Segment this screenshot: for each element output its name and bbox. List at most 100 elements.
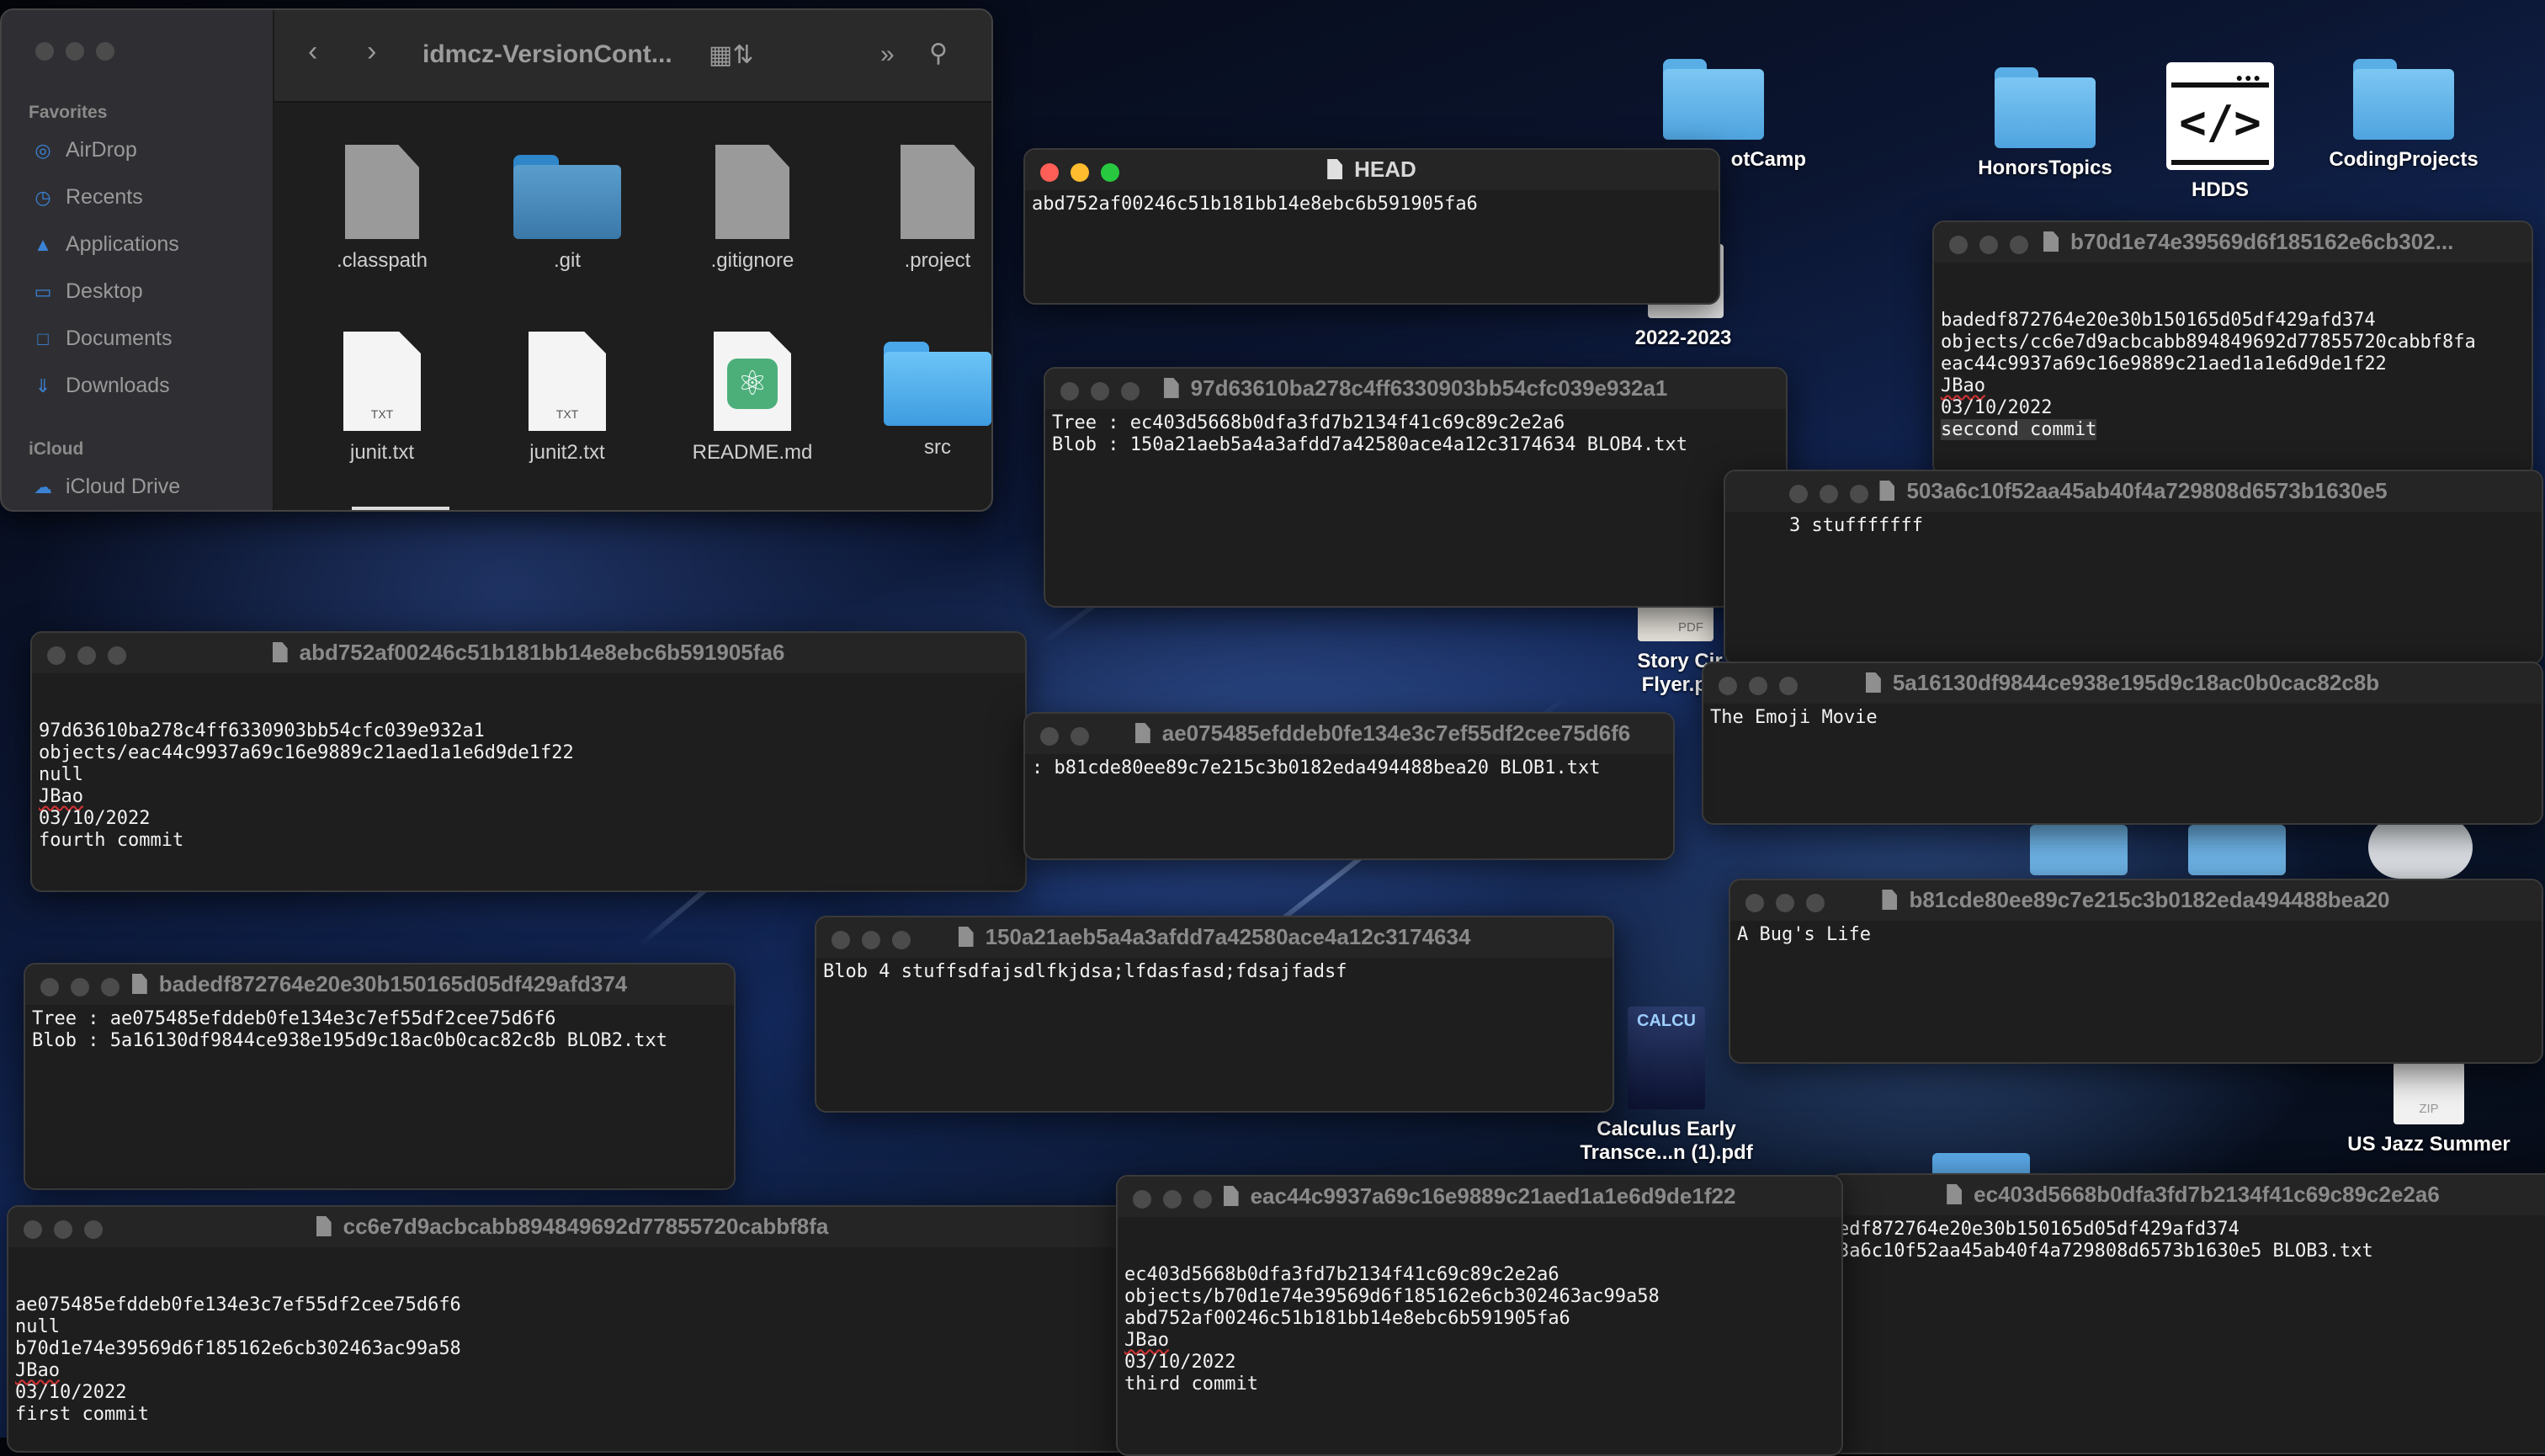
file-classpath[interactable]: .classpath xyxy=(298,145,466,273)
file-label: .gitignore xyxy=(710,249,794,272)
zoom-button[interactable] xyxy=(2010,236,2028,254)
window-150a21ae[interactable]: 150a21aeb5a4a3afdd7a42580ace4a12c3174634… xyxy=(815,916,1614,1113)
window-cc6e7d9a[interactable]: cc6e7d9acbcabb894849692d77855720cabbf8fa… xyxy=(7,1205,1138,1453)
sidebar-item-airdrop[interactable]: ◎ AirDrop xyxy=(32,138,136,162)
window-abd752af[interactable]: abd752af00246c51b181bb14e8ebc6b591905fa6… xyxy=(30,631,1027,892)
desktop-folder-honorstopics[interactable]: HonorsTopics xyxy=(1944,67,2146,180)
window-title: 150a21aeb5a4a3afdd7a42580ace4a12c3174634 xyxy=(816,924,1613,950)
file-label: junit.txt xyxy=(349,441,415,464)
zoom-button[interactable] xyxy=(96,42,114,61)
disk-icon[interactable] xyxy=(2368,816,2473,879)
window-5a16130d[interactable]: 5a16130df9844ce938e195d9c18ac0b0cac82c8b… xyxy=(1702,662,2543,825)
file-project[interactable]: .project xyxy=(853,145,991,273)
file-label: .git xyxy=(553,249,581,272)
window-content[interactable]: Tree : ec403d5668b0dfa3fd7b2134f41c69c89… xyxy=(1045,409,1786,460)
clock-icon: ◷ xyxy=(35,186,51,208)
window-title: abd752af00246c51b181bb14e8ebc6b591905fa6 xyxy=(32,640,1025,666)
folder-git[interactable]: .git xyxy=(483,155,651,273)
sidebar-item-documents[interactable]: □ Documents xyxy=(32,327,172,351)
desktop-icon-label: Calculus Early xyxy=(1597,1118,1736,1140)
text-file-icon: TXT xyxy=(343,332,421,431)
desktop-icon-label: US Jazz Summer xyxy=(2347,1133,2510,1156)
folder-icon xyxy=(1663,59,1764,140)
folder-src[interactable]: src xyxy=(853,342,991,460)
window-badedf87[interactable]: badedf872764e20e30b150165d05df429afd374 … xyxy=(24,963,736,1190)
window-content[interactable]: Blob 4 stuffsdfajsdlfkjdsa;lfdasfasd;fds… xyxy=(816,958,1613,986)
more-toolbar-icon[interactable]: » xyxy=(880,40,895,69)
window-title: b81cde80ee89c7e215c3b0182eda494488bea20 xyxy=(1730,887,2542,913)
desktop-icon-label: Transce...n (1).pdf xyxy=(1580,1141,1753,1164)
window-content[interactable]: edf872764e20e30b150165d05df429afd374 3a6c… xyxy=(1831,1215,2545,1266)
sidebar-item-downloads[interactable]: ⇓ Downloads xyxy=(32,374,170,398)
window-content[interactable]: 3 stufffffff xyxy=(1725,512,2542,540)
close-button[interactable] xyxy=(35,42,54,61)
window-content[interactable]: : b81cde80ee89c7e215c3b0182eda494488bea2… xyxy=(1025,754,1673,783)
sidebar-item-applications[interactable]: ▲ Applications xyxy=(32,232,179,257)
close-button[interactable] xyxy=(1949,236,1968,254)
folder-icon xyxy=(1995,67,2096,148)
window-503a6c10[interactable]: 503a6c10f52aa45ab40f4a729808d6573b1630e5… xyxy=(1724,470,2543,665)
document-icon xyxy=(1882,890,1898,910)
desktop-icon: ▭ xyxy=(34,280,52,302)
window-content[interactable]: Tree : ae075485efddeb0fe134e3c7ef55df2ce… xyxy=(25,1005,734,1055)
document-icon: □ xyxy=(37,327,49,349)
window-content[interactable]: 97d63610ba278c4ff6330903bb54cfc039e932a1… xyxy=(32,673,1025,890)
folder-icon[interactable] xyxy=(2188,825,2286,875)
code-app-icon: ●●● </> xyxy=(2166,62,2274,170)
sidebar-item-icloud-drive[interactable]: ☁ iCloud Drive xyxy=(32,475,180,499)
document-icon xyxy=(1134,723,1150,743)
file-label: .classpath xyxy=(336,249,428,272)
desktop-file-us-jazz-summer[interactable]: ZIP US Jazz Summer xyxy=(2328,1062,2530,1156)
window-content[interactable]: abd752af00246c51b181bb14e8ebc6b591905fa6 xyxy=(1025,190,1719,219)
window-b70d1e74[interactable]: b70d1e74e39569d6f185162e6cb302... badedf… xyxy=(1932,221,2533,476)
window-content[interactable]: A Bug's Life xyxy=(1730,921,2542,949)
sidebar-item-label: Documents xyxy=(66,327,173,350)
file-label: src xyxy=(924,436,951,459)
back-icon[interactable]: ‹ xyxy=(308,35,317,68)
forward-icon[interactable]: › xyxy=(367,35,376,68)
folder-icon[interactable] xyxy=(2030,825,2128,875)
file-label: junit2.txt xyxy=(529,441,605,464)
folder-title: idmcz-VersionCont... xyxy=(422,40,672,68)
window-b81cde80[interactable]: b81cde80ee89c7e215c3b0182eda494488bea20 … xyxy=(1729,879,2543,1064)
window-eac44c99[interactable]: eac44c9937a69c16e9889c21aed1a1e6d9de1f22… xyxy=(1116,1175,1843,1456)
minimize-button[interactable] xyxy=(1071,727,1089,746)
document-icon xyxy=(316,1216,332,1236)
generic-file-icon xyxy=(901,145,975,239)
window-head[interactable]: HEAD abd752af00246c51b181bb14e8ebc6b5919… xyxy=(1023,148,1720,305)
window-97d63610[interactable]: 97d63610ba278c4ff6330903bb54cfc039e932a1… xyxy=(1044,367,1788,608)
document-icon xyxy=(1879,481,1895,501)
minimize-button[interactable] xyxy=(66,42,84,61)
sidebar-item-desktop[interactable]: ▭ Desktop xyxy=(32,279,143,304)
search-icon[interactable]: ⚲ xyxy=(929,39,948,68)
document-icon xyxy=(1163,378,1179,398)
document-icon xyxy=(272,642,288,662)
window-content[interactable]: ae075485efddeb0fe134e3c7ef55df2cee75d6f6… xyxy=(8,1247,1136,1451)
window-title: b70d1e74e39569d6f185162e6cb302... xyxy=(2043,229,2532,255)
airdrop-icon: ◎ xyxy=(35,139,51,161)
desktop-app-hdds[interactable]: ●●● </> HDDS xyxy=(2119,62,2321,202)
window-content[interactable]: badedf872764e20e30b150165d05df429afd374 o… xyxy=(1934,263,2532,475)
desktop-icon-label: HonorsTopics xyxy=(1978,157,2112,179)
window-content[interactable]: The Emoji Movie xyxy=(1703,704,2542,732)
sidebar-item-recents[interactable]: ◷ Recents xyxy=(32,185,142,210)
file-readme-md[interactable]: ⚛ README.md xyxy=(668,332,837,465)
finder-window[interactable]: Favorites ◎ AirDrop ◷ Recents ▲ Application… xyxy=(0,8,993,512)
folder-icon xyxy=(513,155,621,239)
window-titlebar[interactable]: HEAD xyxy=(1025,150,1719,190)
view-grid-icon[interactable]: ▦⇅ xyxy=(709,40,753,70)
file-label: README.md xyxy=(692,441,813,464)
file-junit-txt[interactable]: TXT junit.txt xyxy=(298,332,466,465)
window-title: HEAD xyxy=(1025,157,1719,183)
minimize-button[interactable] xyxy=(1979,236,1998,254)
document-icon xyxy=(2043,231,2059,252)
window-content[interactable]: ec403d5668b0dfa3fd7b2134f41c69c89c2e2a6 o… xyxy=(1118,1217,1841,1443)
book-cover-icon: CALCU xyxy=(1628,1007,1705,1109)
window-ae075485[interactable]: ae075485efddeb0fe134e3c7ef55df2cee75d6f6… xyxy=(1023,712,1675,860)
file-gitignore[interactable]: .gitignore xyxy=(668,145,837,273)
window-ec403d56[interactable]: ec403d5668b0dfa3fd7b2134f41c69c89c2e2a6 … xyxy=(1830,1173,2545,1454)
file-junit2-txt[interactable]: TXT junit2.txt xyxy=(483,332,651,465)
close-button[interactable] xyxy=(1040,727,1059,746)
desktop-folder-codingprojects[interactable]: CodingProjects xyxy=(2303,59,2505,172)
window-title: 97d63610ba278c4ff6330903bb54cfc039e932a1 xyxy=(1045,375,1786,401)
